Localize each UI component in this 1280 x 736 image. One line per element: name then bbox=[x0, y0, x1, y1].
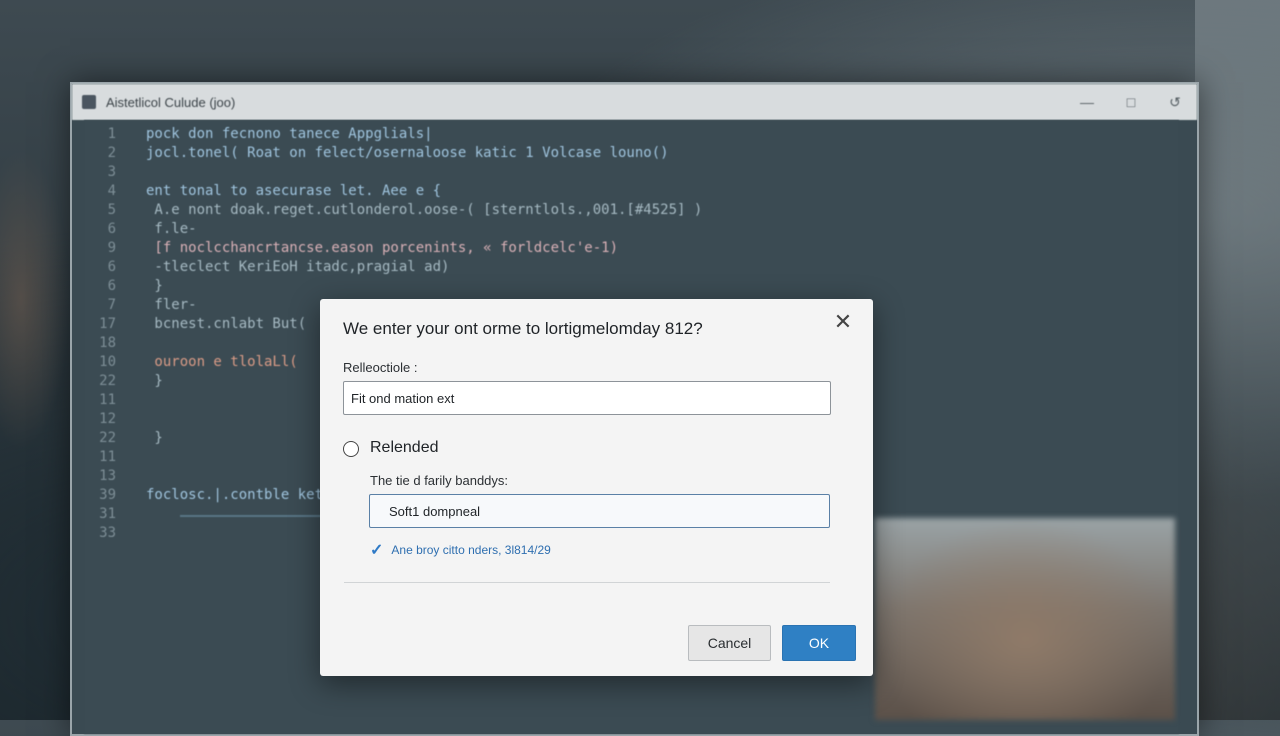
code-line: 31 bbox=[99, 506, 116, 522]
close-icon[interactable]: ✕ bbox=[831, 310, 855, 334]
field2-label: The tie d farily banddys: bbox=[370, 473, 509, 488]
cancel-button[interactable]: Cancel bbox=[688, 625, 771, 661]
divider bbox=[344, 582, 830, 583]
field2-input[interactable] bbox=[369, 494, 830, 528]
code-line: 11 bbox=[99, 449, 116, 465]
code-line: 9 [f noclcchancrtancse.eason porcenints,… bbox=[107, 240, 619, 256]
code-line: 18 bbox=[99, 335, 116, 351]
code-line: 6 -tleclect KeriEoH itadc,pragial ad) bbox=[107, 259, 450, 275]
radio-label: Relended bbox=[370, 439, 439, 456]
field1-input[interactable] bbox=[343, 381, 831, 415]
hint-text: Ane broy citto nders, 3l814/29 bbox=[391, 543, 551, 557]
app-icon bbox=[82, 95, 96, 109]
maximize-icon[interactable]: □ bbox=[1123, 94, 1139, 110]
field1-label: Relleoctiole : bbox=[343, 360, 418, 375]
background-photo bbox=[875, 518, 1175, 720]
dialog-title: We enter your ont orme to lortigmelomday… bbox=[343, 319, 703, 338]
checkmark-icon: ✓ bbox=[370, 542, 384, 559]
hint-row: ✓ Ane broy citto nders, 3l814/29 bbox=[370, 540, 551, 560]
code-line: 7 fler- bbox=[107, 297, 197, 313]
code-line: 1 pock don fecnono tanece Appglials| bbox=[107, 126, 433, 142]
ok-button[interactable]: OK bbox=[782, 625, 856, 661]
code-line: 12 bbox=[99, 411, 116, 427]
code-line: 3 bbox=[107, 164, 116, 180]
confirm-dialog: We enter your ont orme to lortigmelomday… bbox=[320, 299, 873, 676]
code-line: 22 } bbox=[99, 430, 163, 446]
radio-button[interactable] bbox=[343, 441, 359, 457]
code-line: 6 f.le- bbox=[107, 221, 197, 237]
code-line: 17 bcnest.cnlabt But( bbox=[99, 316, 307, 332]
window-title: Aistetlicol Culude (joo) bbox=[106, 94, 236, 110]
code-line: 2 jocl.tonel( Roat on felect/osernaloose … bbox=[107, 145, 669, 161]
code-line: 11 bbox=[99, 392, 116, 408]
code-line: 39 foclosc.|.contble ket bbox=[99, 487, 324, 503]
code-line: 13 bbox=[99, 468, 116, 484]
code-line: 33 bbox=[99, 525, 116, 541]
code-line: 6 } bbox=[107, 278, 163, 294]
code-line: 10 ouroon e tlolaLl( bbox=[99, 354, 298, 370]
code-line: 5 A.e nont doak.reget.cutlonderol.oose-(… bbox=[107, 202, 703, 218]
code-line: 4 ent tonal to asecurase let. Aee e { bbox=[107, 183, 442, 199]
code-line: 22 } bbox=[99, 373, 163, 389]
restore-icon[interactable]: ↺ bbox=[1167, 94, 1183, 111]
window-titlebar: Aistetlicol Culude (joo) — □ ↺ bbox=[72, 84, 1197, 120]
minimize-icon[interactable]: — bbox=[1079, 94, 1095, 110]
background-blur-left bbox=[0, 150, 70, 450]
background-blur-right bbox=[1195, 0, 1280, 720]
window-controls: — □ ↺ bbox=[1079, 84, 1183, 120]
code-underline bbox=[180, 515, 335, 517]
